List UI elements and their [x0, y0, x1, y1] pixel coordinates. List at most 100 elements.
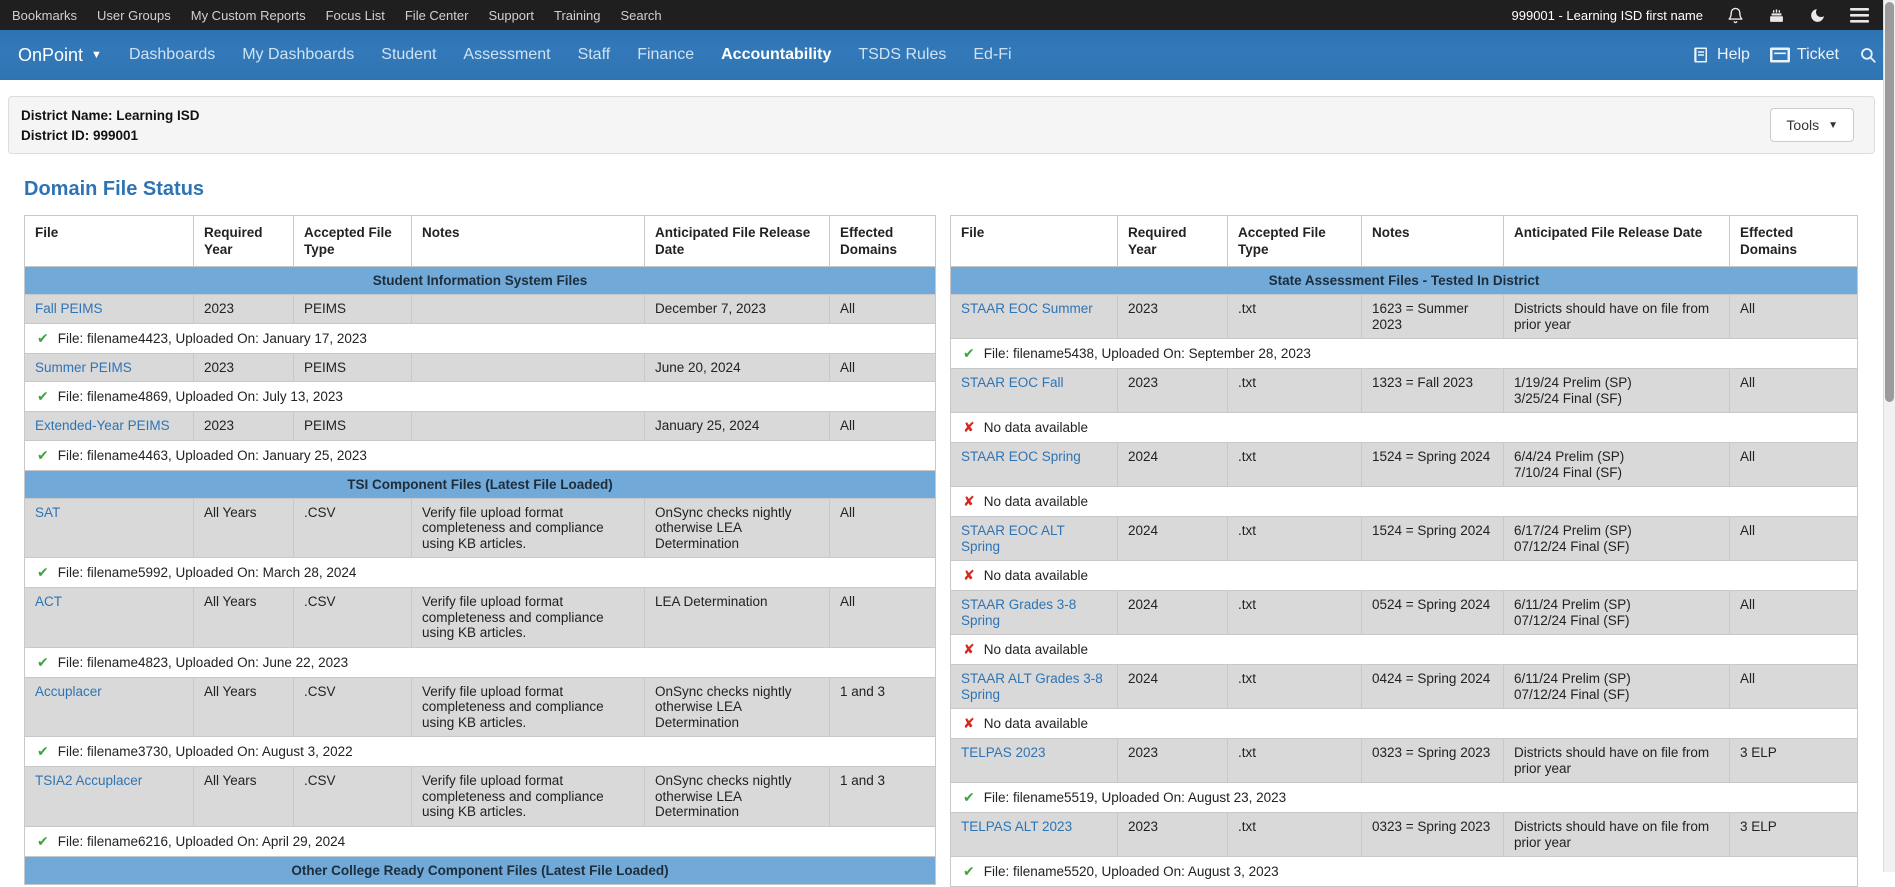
status-text: File: filename4869, Uploaded On: July 13…: [57, 389, 343, 404]
domains-cell: All: [1729, 664, 1858, 709]
x-icon: ✘: [963, 567, 975, 583]
ticket-button[interactable]: Ticket: [1769, 46, 1839, 64]
domains-cell: 3 ELP: [1729, 812, 1858, 857]
status-cell: ✔ File: filename5992, Uploaded On: March …: [24, 557, 936, 588]
status-cell: ✔ File: filename4823, Uploaded On: June 2…: [24, 646, 936, 678]
menu-icon[interactable]: [1850, 7, 1869, 23]
status-cell: ✔ File: filename6216, Uploaded On: April …: [24, 825, 936, 857]
file-link[interactable]: TELPAS ALT 2023: [961, 819, 1072, 834]
file-link[interactable]: Summer PEIMS: [35, 360, 132, 375]
section-header-label: Other College Ready Component Files (Lat…: [24, 855, 936, 885]
check-icon: ✔: [37, 329, 49, 346]
status-text: File: filename5519, Uploaded On: August …: [983, 790, 1287, 805]
file-link[interactable]: Extended-Year PEIMS: [35, 418, 170, 433]
utility-menu-item-user-groups[interactable]: User Groups: [97, 8, 171, 23]
status-text: File: filename3730, Uploaded On: August …: [57, 744, 353, 759]
notes-cell: Verify file upload format completeness a…: [411, 766, 645, 827]
status-row: ✔ File: filename4869, Uploaded On: July 1…: [24, 381, 936, 412]
domain-file-status-table-right: File Required Year Accepted File Type Notes…: [950, 215, 1858, 887]
nav-item-staff[interactable]: Staff: [578, 46, 611, 64]
status-text: File: filename5992, Uploaded On: March 2…: [57, 565, 357, 580]
file-link[interactable]: ACT: [35, 594, 62, 609]
nav-item-finance[interactable]: Finance: [637, 46, 694, 64]
required-year-cell: 2023: [193, 411, 294, 441]
file-type-cell: PEIMS: [293, 294, 412, 324]
utility-menu-item-focus-list[interactable]: Focus List: [326, 8, 385, 23]
nav-item-assessment[interactable]: Assessment: [463, 46, 550, 64]
utility-menu-item-training[interactable]: Training: [554, 8, 600, 23]
status-cell: ✔ File: filename4463, Uploaded On: Januar…: [24, 439, 936, 471]
file-type-cell: .txt: [1227, 442, 1362, 487]
chevron-down-icon: ▼: [1828, 119, 1838, 131]
utility-menu-item-support[interactable]: Support: [488, 8, 534, 23]
nav-item-tsds-rules[interactable]: TSDS Rules: [858, 46, 946, 64]
file-row: Summer PEIMS 2023 PEIMS June 20, 2024 All: [24, 352, 936, 382]
domains-cell: All: [829, 587, 936, 648]
file-link[interactable]: STAAR EOC Summer: [961, 301, 1093, 316]
domains-cell: All: [1729, 590, 1858, 635]
section-header-row: Other College Ready Component Files (Lat…: [24, 855, 936, 885]
domains-cell: All: [1729, 294, 1858, 339]
file-link[interactable]: Fall PEIMS: [35, 301, 103, 316]
file-link[interactable]: Accuplacer: [35, 684, 102, 699]
file-type-cell: PEIMS: [293, 411, 412, 441]
cake-icon[interactable]: [1768, 7, 1785, 24]
section-header-row: Student Information System Files: [24, 266, 936, 295]
bell-icon[interactable]: [1727, 7, 1744, 24]
utility-menu-item-search[interactable]: Search: [620, 8, 661, 23]
file-row: ACT All Years .CSV Verify file upload forma…: [24, 587, 936, 648]
status-text: No data available: [983, 494, 1089, 509]
nav-item-dashboards[interactable]: Dashboards: [129, 46, 215, 64]
check-icon: ✔: [37, 388, 49, 404]
status-cell: ✘ No data available: [950, 486, 1858, 517]
domains-cell: All: [1729, 368, 1858, 413]
file-link[interactable]: STAAR ALT Grades 3-8 Spring: [961, 671, 1103, 702]
file-link[interactable]: STAAR EOC Fall: [961, 375, 1064, 390]
status-row: ✔ File: filename3730, Uploaded On: August…: [24, 736, 936, 767]
required-year-cell: 2023: [193, 294, 294, 324]
required-year-cell: 2024: [1117, 516, 1228, 561]
file-link[interactable]: STAAR EOC ALT Spring: [961, 523, 1065, 554]
brand-onpoint-dropdown[interactable]: OnPoint ▼: [18, 45, 102, 66]
notes-cell: [411, 411, 645, 441]
release-date-cell: January 25, 2024: [644, 411, 830, 441]
main-nav-bar: OnPoint ▼ Dashboards My Dashboards Student…: [0, 30, 1895, 80]
file-cell: TELPAS ALT 2023: [950, 812, 1118, 857]
x-icon: ✘: [963, 715, 975, 731]
x-icon: ✘: [963, 641, 975, 657]
vertical-scrollbar: [1883, 0, 1895, 872]
utility-menu-item-my-custom-reports[interactable]: My Custom Reports: [191, 8, 306, 23]
nav-item-accountability[interactable]: Accountability: [721, 46, 831, 64]
status-cell: ✘ No data available: [950, 412, 1858, 443]
file-row: Fall PEIMS 2023 PEIMS December 7, 2023 All: [24, 294, 936, 324]
file-link[interactable]: SAT: [35, 505, 60, 520]
status-text: No data available: [983, 420, 1089, 435]
column-header-effected-domains: Effected Domains: [829, 215, 936, 267]
status-row: ✘ No data available: [950, 486, 1858, 517]
nav-item-my-dashboards[interactable]: My Dashboards: [242, 46, 354, 64]
moon-icon[interactable]: [1809, 7, 1826, 24]
release-date-cell: 6/11/24 Prelim (SP) 07/12/24 Final (SF): [1503, 590, 1730, 635]
utility-menu-item-bookmarks[interactable]: Bookmarks: [12, 8, 77, 23]
status-row: ✘ No data available: [950, 412, 1858, 443]
domains-cell: All: [829, 352, 936, 382]
nav-item-ed-fi[interactable]: Ed-Fi: [973, 46, 1011, 64]
file-link[interactable]: TSIA2 Accuplacer: [35, 773, 142, 788]
required-year-cell: All Years: [193, 766, 294, 827]
file-link[interactable]: STAAR Grades 3-8 Spring: [961, 597, 1076, 628]
nav-item-student[interactable]: Student: [381, 46, 436, 64]
release-date-cell: 6/11/24 Prelim (SP) 07/12/24 Final (SF): [1503, 664, 1730, 709]
scrollbar-thumb[interactable]: [1885, 2, 1894, 402]
help-button[interactable]: Help: [1692, 46, 1750, 64]
section-header-label: Student Information System Files: [24, 266, 936, 295]
file-link[interactable]: STAAR EOC Spring: [961, 449, 1081, 464]
required-year-cell: 2024: [1117, 590, 1228, 635]
file-link[interactable]: TELPAS 2023: [961, 745, 1046, 760]
tools-button[interactable]: Tools ▼: [1770, 108, 1854, 142]
file-row: STAAR EOC Spring 2024 .txt 1524 = Spring 20…: [950, 442, 1858, 487]
required-year-cell: 2023: [1117, 812, 1228, 857]
release-date-cell: June 20, 2024: [644, 352, 830, 382]
utility-menu-item-file-center[interactable]: File Center: [405, 8, 469, 23]
search-icon[interactable]: [1859, 46, 1877, 64]
column-header-required-year: Required Year: [193, 215, 294, 267]
